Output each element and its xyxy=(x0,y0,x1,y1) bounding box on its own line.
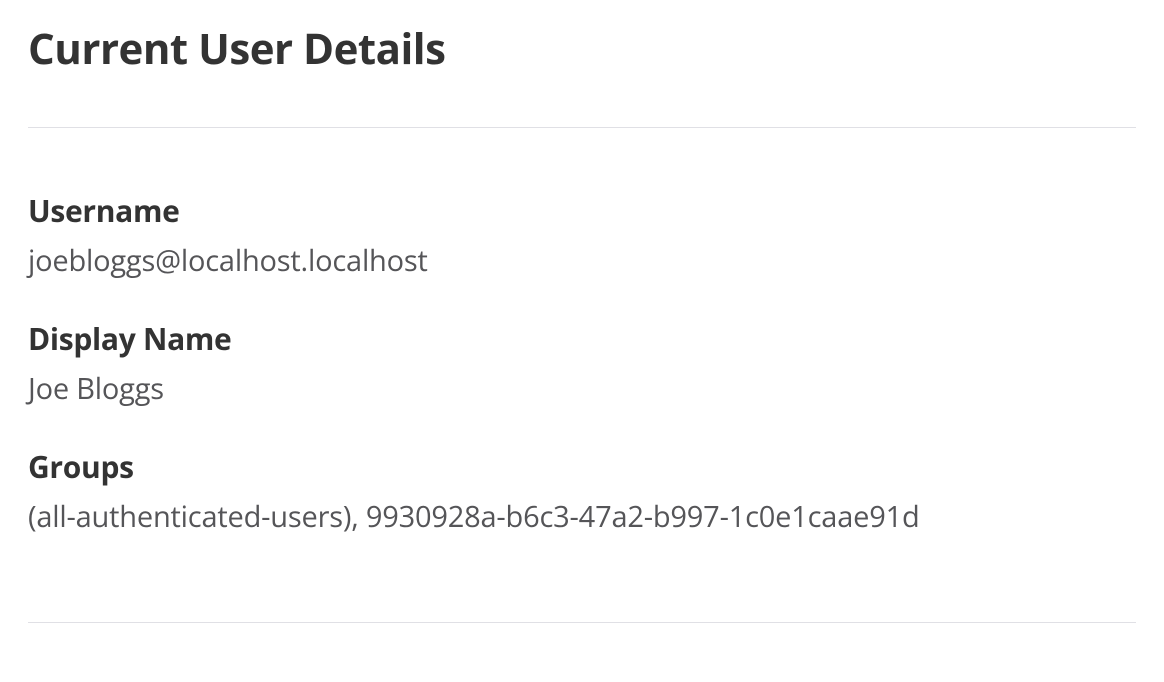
display-name-label: Display Name xyxy=(28,318,1136,359)
field-username: Username joebloggs@localhost.localhost xyxy=(28,190,1136,280)
display-name-value: Joe Bloggs xyxy=(28,369,1136,408)
page-title: Current User Details xyxy=(28,20,1136,77)
username-label: Username xyxy=(28,190,1136,231)
username-value: joebloggs@localhost.localhost xyxy=(28,241,1136,280)
divider-top xyxy=(28,127,1136,128)
field-display-name: Display Name Joe Bloggs xyxy=(28,318,1136,408)
field-groups: Groups (all-authenticated-users), 993092… xyxy=(28,446,1136,536)
groups-value: (all-authenticated-users), 9930928a-b6c3… xyxy=(28,497,1136,536)
groups-label: Groups xyxy=(28,446,1136,487)
divider-bottom xyxy=(28,622,1136,623)
